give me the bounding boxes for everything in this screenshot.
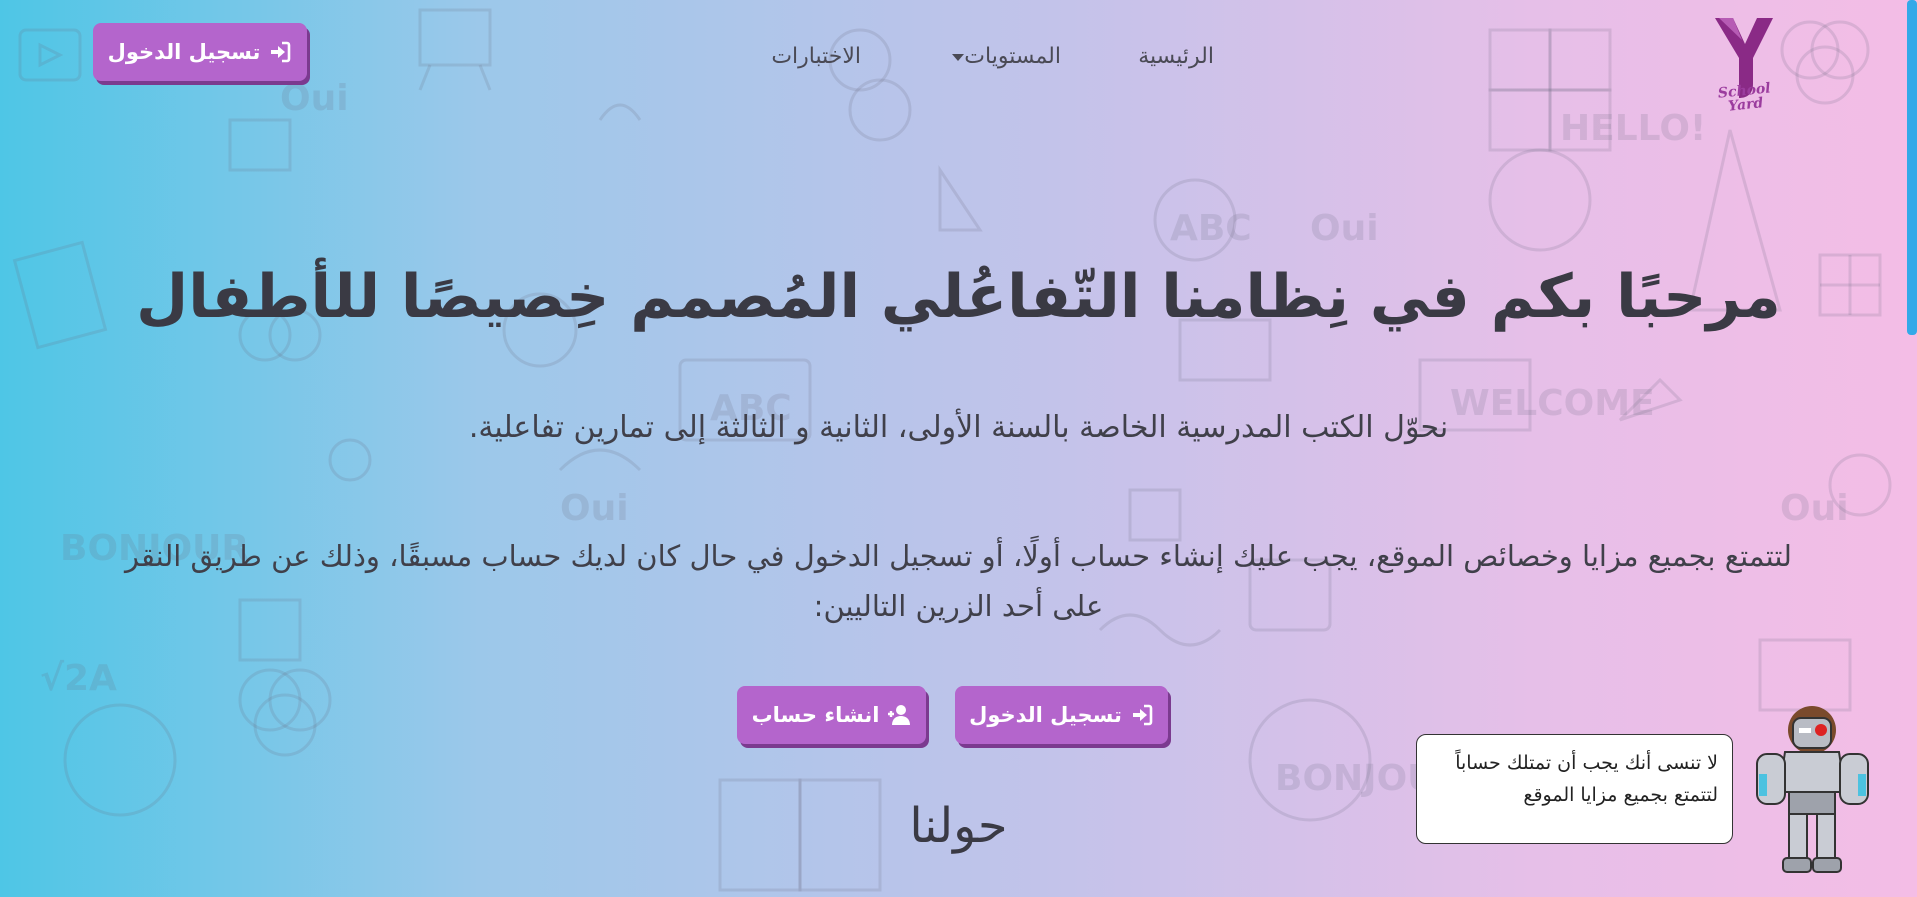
chevron-down-icon	[952, 53, 965, 61]
header-login-button[interactable]: تسجيل الدخول	[93, 23, 307, 81]
svg-text:Oui: Oui	[560, 488, 629, 529]
robot-mascot-icon[interactable]	[1745, 700, 1880, 880]
register-button[interactable]: انشاء حساب	[737, 686, 926, 744]
login-button[interactable]: تسجيل الدخول	[955, 686, 1168, 744]
intro-paragraph: لتتمتع بجميع مزايا وخصائص الموقع، يجب عل…	[125, 539, 1792, 623]
page-scrollbar[interactable]	[1907, 0, 1917, 897]
svg-text:Oui: Oui	[280, 78, 349, 119]
page-title: مرحبًا بكم في نِظامنا التّفاعُلي المُصمم…	[136, 262, 1781, 332]
register-button-label: انشاء حساب	[751, 703, 880, 727]
user-plus-icon	[888, 705, 911, 725]
tooltip-line-2: لتتمتع بجميع مزايا الموقع	[1523, 784, 1718, 806]
login-button-label: تسجيل الدخول	[969, 703, 1122, 727]
scrollbar-thumb[interactable]	[1907, 0, 1917, 335]
header-login-label: تسجيل الدخول	[107, 40, 261, 64]
sign-in-icon	[1132, 704, 1153, 726]
svg-text:Oui: Oui	[1310, 208, 1379, 249]
svg-text:Oui: Oui	[1780, 488, 1849, 529]
svg-text:ABC: ABC	[1170, 208, 1252, 249]
nav-item-tests[interactable]: الاختبارات	[771, 44, 861, 69]
page-subtitle: نحوّل الكتب المدرسية الخاصة بالسنة الأول…	[468, 410, 1449, 445]
reminder-tooltip: لا تنسى أنك يجب أن تمتلك حساباً لتتمتع ب…	[1416, 734, 1733, 844]
nav-item-levels-label: المستويات	[964, 44, 1061, 69]
svg-text:√2A: √2A	[40, 658, 117, 699]
nav-item-home[interactable]: الرئيسية	[1138, 44, 1214, 69]
svg-text:HELLO!: HELLO!	[1560, 108, 1706, 149]
tooltip-line-1: لا تنسى أنك يجب أن تمتلك حساباً	[1455, 752, 1718, 774]
sign-in-icon	[271, 41, 291, 63]
nav-item-levels[interactable]: المستويات	[948, 44, 1061, 69]
